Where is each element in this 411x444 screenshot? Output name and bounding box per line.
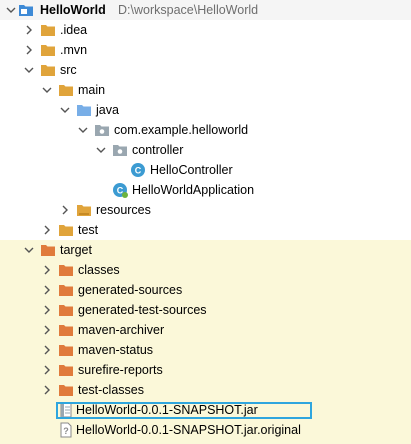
project-tree: HelloWorld D:\workspace\HelloWorld .idea… — [0, 0, 411, 444]
tree-row-src[interactable]: src — [0, 60, 411, 80]
file-label: HelloWorld-0.0.1-SNAPSHOT.jar.original — [76, 423, 301, 437]
project-folder-icon — [18, 2, 34, 18]
project-name: HelloWorld — [40, 3, 106, 17]
spring-boot-class-icon: C — [112, 182, 128, 198]
package-label: com.example.helloworld — [114, 123, 249, 137]
class-icon: C — [130, 162, 146, 178]
tree-row-controller[interactable]: controller — [0, 140, 411, 160]
chevron-right-icon[interactable] — [60, 205, 70, 215]
chevron-right-icon[interactable] — [42, 325, 52, 335]
excluded-folder-icon — [58, 382, 74, 398]
folder-label: classes — [78, 263, 120, 277]
chevron-down-icon[interactable] — [6, 5, 16, 15]
folder-label: target — [60, 243, 92, 257]
chevron-down-icon[interactable] — [96, 145, 106, 155]
tree-row-test-classes[interactable]: test-classes — [0, 380, 411, 400]
tree-row-project-root[interactable]: HelloWorld D:\workspace\HelloWorld — [0, 0, 411, 20]
excluded-folder-icon — [40, 242, 56, 258]
tree-row-target[interactable]: target — [0, 240, 411, 260]
tree-row-classes[interactable]: classes — [0, 260, 411, 280]
folder-label: maven-status — [78, 343, 154, 357]
package-label: controller — [132, 143, 184, 157]
tree-row-package[interactable]: com.example.helloworld — [0, 120, 411, 140]
chevron-right-icon[interactable] — [42, 385, 52, 395]
folder-label: java — [96, 103, 119, 117]
folder-label: generated-sources — [78, 283, 183, 297]
tree-row-surefire-reports[interactable]: surefire-reports — [0, 360, 411, 380]
folder-icon — [40, 42, 56, 58]
chevron-right-icon[interactable] — [42, 225, 52, 235]
excluded-folder-icon — [58, 322, 74, 338]
folder-label: test-classes — [78, 383, 144, 397]
resources-folder-icon — [76, 202, 92, 218]
folder-label: .idea — [60, 23, 88, 37]
folder-label: .mvn — [60, 43, 88, 57]
folder-label: surefire-reports — [78, 363, 163, 377]
tree-row-generated-test-sources[interactable]: generated-test-sources — [0, 300, 411, 320]
chevron-down-icon[interactable] — [78, 125, 88, 135]
chevron-right-icon[interactable] — [24, 25, 34, 35]
chevron-down-icon[interactable] — [24, 245, 34, 255]
folder-icon — [58, 82, 74, 98]
tree-row-jar-original[interactable]: ? HelloWorld-0.0.1-SNAPSHOT.jar.original — [0, 420, 411, 440]
svg-text:C: C — [135, 166, 142, 176]
excluded-folder-icon — [58, 362, 74, 378]
chevron-right-icon[interactable] — [42, 345, 52, 355]
tree-row-main[interactable]: main — [0, 80, 411, 100]
unknown-file-icon: ? — [58, 422, 74, 438]
tree-row-maven-archiver[interactable]: maven-archiver — [0, 320, 411, 340]
tree-row-maven-status[interactable]: maven-status — [0, 340, 411, 360]
tree-row-idea[interactable]: .idea — [0, 20, 411, 40]
excluded-folder-icon — [58, 282, 74, 298]
source-folder-icon — [76, 102, 92, 118]
folder-label: src — [60, 63, 77, 77]
chevron-right-icon[interactable] — [42, 285, 52, 295]
file-label: HelloWorld-0.0.1-SNAPSHOT.jar — [76, 403, 258, 417]
tree-row-mvn[interactable]: .mvn — [0, 40, 411, 60]
folder-icon — [40, 22, 56, 38]
tree-row-hello-world-application[interactable]: C HelloWorldApplication — [0, 180, 411, 200]
chevron-down-icon[interactable] — [42, 85, 52, 95]
tree-row-jar[interactable]: HelloWorld-0.0.1-SNAPSHOT.jar — [0, 400, 411, 420]
chevron-right-icon[interactable] — [42, 365, 52, 375]
chevron-right-icon[interactable] — [42, 305, 52, 315]
chevron-down-icon[interactable] — [24, 65, 34, 75]
excluded-folder-icon — [58, 302, 74, 318]
class-label: HelloController — [150, 163, 233, 177]
class-label: HelloWorldApplication — [132, 183, 255, 197]
project-path: D:\workspace\HelloWorld — [118, 3, 259, 17]
chevron-right-icon[interactable] — [42, 265, 52, 275]
tree-row-java[interactable]: java — [0, 100, 411, 120]
chevron-right-icon[interactable] — [24, 45, 34, 55]
folder-label: main — [78, 83, 106, 97]
folder-label: test — [78, 223, 99, 237]
folder-label: maven-archiver — [78, 323, 165, 337]
jar-file-icon — [58, 402, 74, 418]
tree-row-generated-sources[interactable]: generated-sources — [0, 280, 411, 300]
excluded-folder-icon — [58, 342, 74, 358]
tree-row-resources[interactable]: resources — [0, 200, 411, 220]
folder-label: generated-test-sources — [78, 303, 207, 317]
folder-icon — [40, 62, 56, 78]
excluded-folder-icon — [58, 262, 74, 278]
tree-row-test[interactable]: test — [0, 220, 411, 240]
chevron-down-icon[interactable] — [60, 105, 70, 115]
folder-label: resources — [96, 203, 151, 217]
package-icon — [94, 122, 110, 138]
svg-text:?: ? — [63, 426, 69, 436]
tree-row-hello-controller[interactable]: C HelloController — [0, 160, 411, 180]
folder-icon — [58, 222, 74, 238]
package-icon — [112, 142, 128, 158]
